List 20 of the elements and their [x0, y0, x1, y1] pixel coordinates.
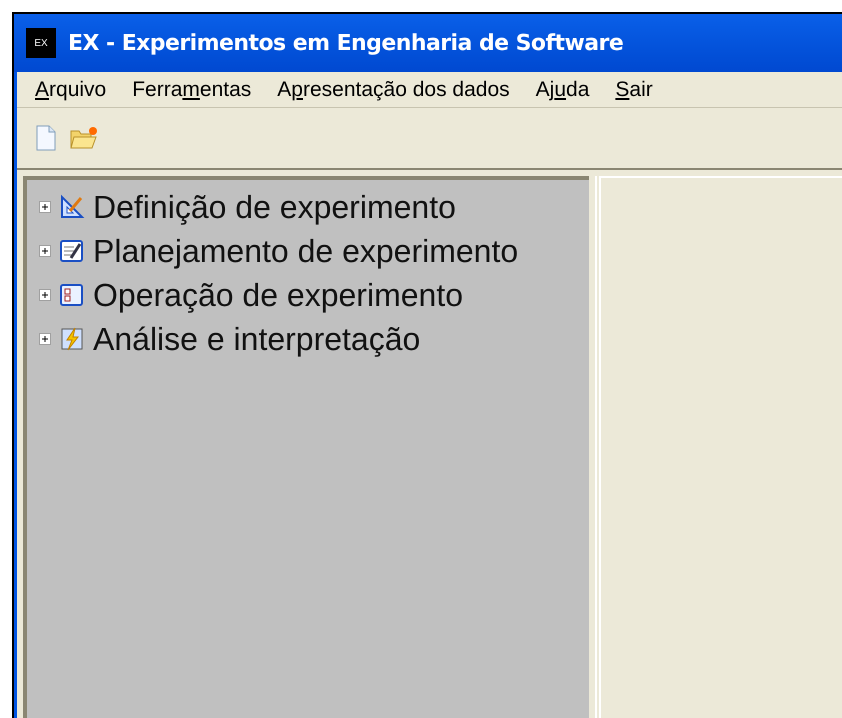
lightning-chart-icon [59, 326, 85, 352]
app-icon: EX [26, 28, 56, 58]
expand-icon[interactable] [39, 333, 51, 345]
tree-item[interactable]: Operação de experimento [93, 279, 463, 311]
expand-icon[interactable] [39, 201, 51, 213]
menu-item[interactable]: Arquivo [35, 74, 106, 106]
expand-icon[interactable] [39, 289, 51, 301]
new-document-icon[interactable] [35, 125, 57, 151]
tree-item[interactable]: Análise e interpretação [93, 323, 420, 355]
menu-item[interactable]: Sair [615, 74, 653, 106]
expand-icon[interactable] [39, 245, 51, 257]
ruler-pencil-icon [59, 194, 85, 220]
window-title: EX - Experimentos em Engenharia de Software [68, 30, 624, 58]
tree-item[interactable]: Planejamento de experimento [93, 235, 518, 267]
tree-item[interactable]: Definição de experimento [93, 191, 456, 223]
menu-item[interactable]: Apresentação dos dados [277, 74, 510, 106]
checklist-icon [59, 282, 85, 308]
menu-item[interactable]: Ferramentas [132, 74, 252, 106]
notepad-pencil-icon [59, 238, 85, 264]
menu-item[interactable]: Ajuda [536, 74, 590, 106]
